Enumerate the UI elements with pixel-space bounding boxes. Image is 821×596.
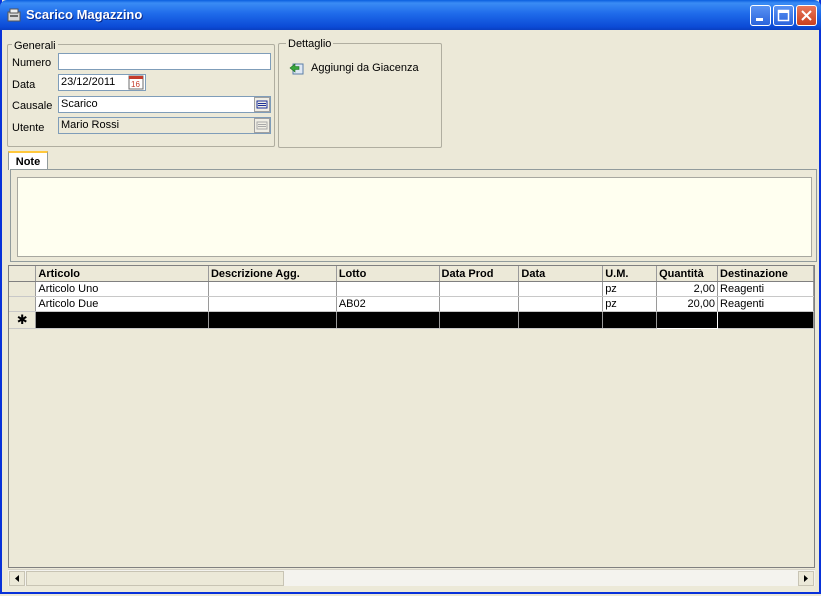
aggiungi-da-giacenza-button[interactable]: Aggiungi da Giacenza bbox=[289, 59, 435, 77]
table-cell[interactable] bbox=[208, 281, 337, 297]
table-cell[interactable] bbox=[208, 296, 337, 312]
table-cell[interactable] bbox=[439, 311, 520, 329]
list-icon bbox=[256, 121, 268, 130]
column-header[interactable]: Destinazione bbox=[717, 266, 814, 282]
column-header[interactable]: Data bbox=[518, 266, 604, 282]
calendar-icon[interactable]: 16 bbox=[128, 75, 144, 90]
table-row[interactable]: Articolo Due AB02 pz 20,00 Reagenti bbox=[9, 296, 814, 312]
horizontal-scrollbar[interactable] bbox=[8, 569, 815, 586]
numero-label: Numero bbox=[12, 57, 52, 69]
new-row[interactable]: ✱ bbox=[9, 311, 814, 329]
row-selector[interactable] bbox=[9, 296, 37, 312]
table-cell[interactable]: pz bbox=[602, 296, 658, 312]
app-window: Scarico Magazzino Generali Numero Data 2… bbox=[0, 0, 821, 594]
table-cell[interactable] bbox=[35, 311, 209, 329]
table-cell[interactable] bbox=[518, 296, 604, 312]
table-cell[interactable] bbox=[336, 281, 440, 297]
generali-group: Generali Numero Data 23/12/2011 16 Causa… bbox=[7, 40, 275, 147]
row-header-corner bbox=[9, 266, 37, 282]
table-cell[interactable]: pz bbox=[602, 281, 658, 297]
data-label: Data bbox=[12, 79, 36, 91]
arrow-right-icon bbox=[804, 575, 808, 582]
minimize-icon bbox=[756, 18, 763, 21]
close-icon bbox=[801, 10, 812, 21]
note-textarea[interactable] bbox=[17, 177, 812, 257]
causale-lookup-button[interactable] bbox=[254, 97, 270, 112]
aggiungi-label: Aggiungi da Giacenza bbox=[311, 62, 419, 74]
note-panel bbox=[10, 169, 817, 262]
arrow-left-icon bbox=[15, 575, 19, 582]
utente-field: Mario Rossi bbox=[58, 117, 271, 134]
column-header[interactable]: Lotto bbox=[336, 266, 440, 282]
grid-table: Articolo Descrizione Agg. Lotto Data Pro… bbox=[9, 266, 814, 329]
generali-title: Generali bbox=[12, 40, 58, 52]
title-bar[interactable]: Scarico Magazzino bbox=[0, 0, 821, 30]
dettaglio-title: Dettaglio bbox=[286, 38, 334, 50]
scroll-left-button[interactable] bbox=[9, 571, 25, 586]
column-header[interactable]: Articolo bbox=[35, 266, 209, 282]
table-cell[interactable] bbox=[717, 311, 814, 329]
table-cell[interactable] bbox=[336, 311, 440, 329]
data-grid[interactable]: Articolo Descrizione Agg. Lotto Data Pro… bbox=[8, 265, 815, 568]
app-icon bbox=[7, 8, 21, 22]
maximize-icon bbox=[777, 9, 790, 22]
table-cell[interactable] bbox=[602, 311, 658, 329]
utente-lookup-button bbox=[254, 118, 270, 133]
causale-field[interactable]: Scarico bbox=[58, 96, 271, 113]
maximize-button[interactable] bbox=[773, 5, 794, 26]
table-cell[interactable] bbox=[439, 281, 520, 297]
table-cell[interactable]: Reagenti bbox=[717, 296, 814, 312]
row-selector[interactable] bbox=[9, 281, 37, 297]
table-cell[interactable] bbox=[208, 311, 337, 329]
column-header[interactable]: Data Prod bbox=[439, 266, 520, 282]
table-cell[interactable]: Articolo Uno bbox=[35, 281, 209, 297]
tab-note[interactable]: Note bbox=[8, 151, 48, 170]
table-cell[interactable] bbox=[656, 311, 719, 329]
table-cell[interactable]: Articolo Due bbox=[35, 296, 209, 312]
svg-text:16: 16 bbox=[131, 80, 140, 89]
window-title: Scarico Magazzino bbox=[26, 7, 143, 22]
new-row-marker: ✱ bbox=[9, 311, 37, 329]
grid-header-row: Articolo Descrizione Agg. Lotto Data Pro… bbox=[9, 266, 814, 282]
table-cell[interactable]: AB02 bbox=[336, 296, 440, 312]
table-cell[interactable] bbox=[518, 281, 604, 297]
table-cell[interactable]: Reagenti bbox=[717, 281, 814, 297]
scroll-right-button[interactable] bbox=[798, 571, 814, 586]
table-cell[interactable] bbox=[518, 311, 604, 329]
table-cell[interactable]: 20,00 bbox=[656, 296, 719, 312]
numero-field[interactable] bbox=[58, 53, 271, 70]
dettaglio-group: Dettaglio Aggiungi da Giacenza bbox=[278, 38, 442, 148]
add-from-stock-icon bbox=[289, 63, 304, 75]
list-icon bbox=[256, 100, 268, 109]
minimize-button[interactable] bbox=[750, 5, 771, 26]
utente-label: Utente bbox=[12, 122, 45, 134]
close-button[interactable] bbox=[796, 5, 817, 26]
scroll-thumb[interactable] bbox=[26, 571, 284, 586]
column-header[interactable]: Quantità bbox=[656, 266, 719, 282]
table-cell[interactable]: 2,00 bbox=[656, 281, 719, 297]
column-header[interactable]: Descrizione Agg. bbox=[208, 266, 337, 282]
causale-label: Causale bbox=[12, 100, 53, 112]
table-cell[interactable] bbox=[439, 296, 520, 312]
table-row[interactable]: Articolo Uno pz 2,00 Reagenti bbox=[9, 281, 814, 297]
column-header[interactable]: U.M. bbox=[602, 266, 658, 282]
